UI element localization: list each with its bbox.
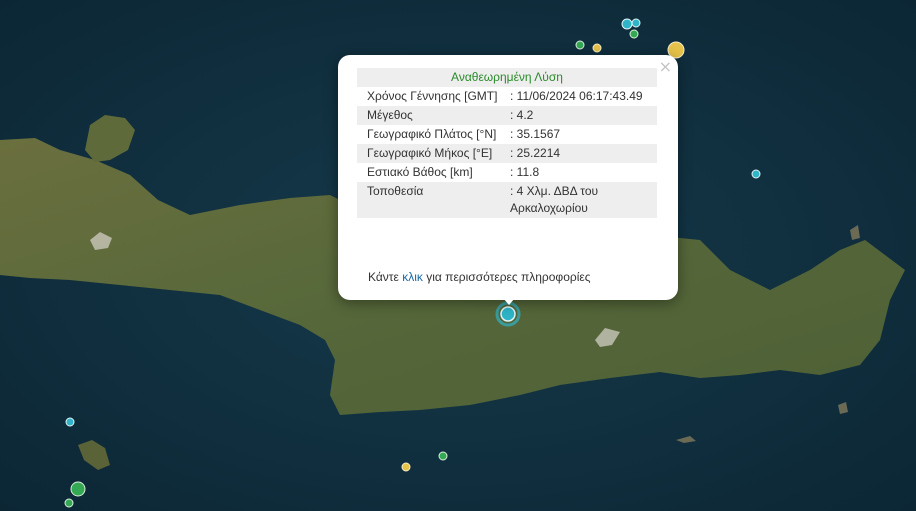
footer-text-post: για περισσότερες πληροφορίες	[422, 270, 591, 284]
footer-text-pre: Κάντε	[368, 270, 403, 284]
row-label: Τοποθεσία	[367, 184, 424, 198]
table-row-origin-time: Χρόνος Γέννησης [GMT] : 11/06/2024 06:17…	[357, 87, 657, 106]
table-row-depth: Εστιακό Βάθος [km] : 11.8	[357, 163, 657, 182]
quake-marker[interactable]	[575, 40, 585, 50]
popup-pointer	[498, 292, 520, 305]
earthquake-info-popup: × Αναθεωρημένη Λύση Χρόνος Γέννησης [GMT…	[338, 55, 678, 300]
quake-marker[interactable]	[70, 481, 86, 497]
row-label: Μέγεθος	[367, 108, 413, 122]
row-value: : 11/06/2024 06:17:43.49	[510, 89, 643, 103]
row-label: Εστιακό Βάθος [km]	[367, 165, 473, 179]
quake-marker[interactable]	[401, 462, 411, 472]
quake-marker[interactable]	[631, 18, 641, 28]
table-row-magnitude: Μέγεθος : 4.2	[357, 106, 657, 125]
table-row-longitude: Γεωγραφικό Μήκος [°E] : 25.2214	[357, 144, 657, 163]
popup-header: Αναθεωρημένη Λύση	[357, 68, 657, 87]
table-row-latitude: Γεωγραφικό Πλάτος [°N] : 35.1567	[357, 125, 657, 144]
row-value: : 35.1567	[510, 127, 561, 141]
quake-marker[interactable]	[64, 498, 74, 508]
row-label: Γεωγραφικό Πλάτος [°N]	[367, 127, 497, 141]
row-label: Γεωγραφικό Μήκος [°E]	[367, 146, 493, 160]
quake-marker[interactable]	[629, 29, 639, 39]
row-label: Χρόνος Γέννησης [GMT]	[367, 89, 498, 103]
earthquake-marker-icon[interactable]	[495, 301, 521, 327]
quake-marker[interactable]	[621, 18, 633, 30]
popup-footer: Κάντε κλικ για περισσότερες πληροφορίες	[368, 270, 591, 284]
quake-marker[interactable]	[592, 43, 602, 53]
row-value: : 25.2214	[510, 146, 561, 160]
row-value: : 4.2	[510, 108, 534, 122]
quake-marker[interactable]	[438, 451, 448, 461]
quake-marker[interactable]	[751, 169, 761, 179]
row-value: : 4 Χλμ. ΔΒΔ του Αρκαλοχωρίου	[510, 184, 599, 215]
info-table: Αναθεωρημένη Λύση Χρόνος Γέννησης [GMT] …	[357, 68, 657, 218]
quake-marker[interactable]	[65, 417, 75, 427]
table-row-location: Τοποθεσία : 4 Χλμ. ΔΒΔ του Αρκαλοχωρίου	[357, 182, 657, 218]
close-icon[interactable]: ×	[659, 58, 672, 76]
row-value: : 11.8	[510, 165, 540, 179]
more-info-link[interactable]: κλικ	[402, 270, 423, 284]
